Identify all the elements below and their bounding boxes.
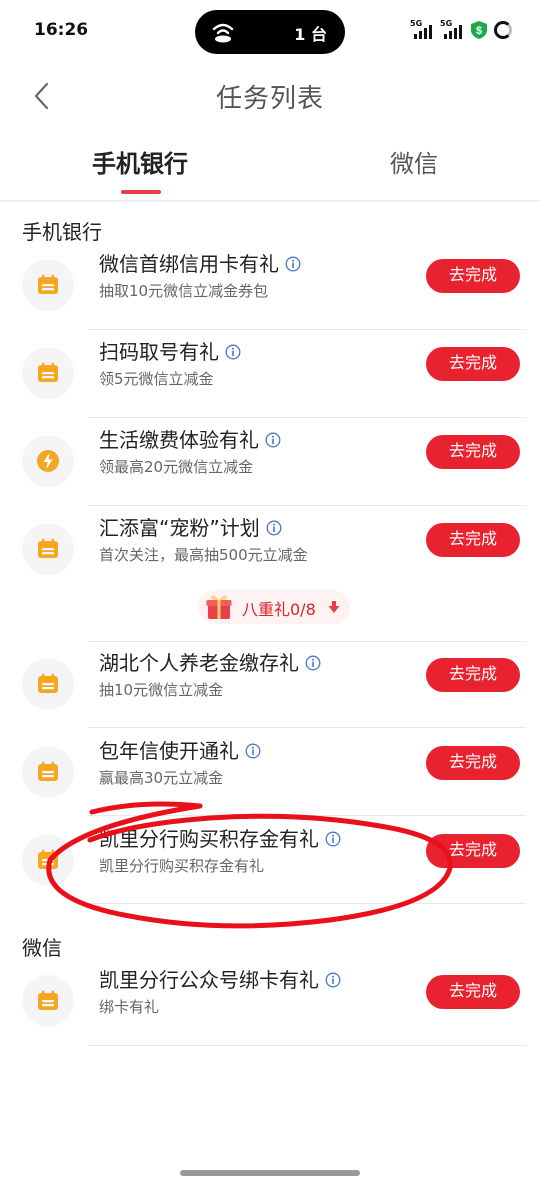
svg-text:$: $	[476, 25, 482, 37]
info-icon[interactable]	[225, 344, 241, 360]
task-subtitle: 领5元微信立减金	[99, 370, 214, 388]
complete-task-button[interactable]: 去完成	[426, 347, 520, 381]
info-icon[interactable]	[245, 743, 261, 759]
task-title: 包年信使开通礼	[99, 735, 261, 764]
signal-icon: 5G	[410, 19, 434, 39]
calendar-icon	[38, 990, 58, 1010]
section-title-bank: 手机银行	[22, 220, 102, 244]
task-row: 微信首绑信用卡有礼 抽取10元微信立减金券包 去完成	[0, 242, 540, 330]
shield-icon: $	[471, 21, 487, 39]
calendar-icon	[38, 538, 58, 558]
calendar-icon	[38, 761, 58, 781]
complete-task-button[interactable]: 去完成	[426, 975, 520, 1009]
task-icon-bg	[22, 435, 74, 487]
task-title: 微信首绑信用卡有礼	[99, 248, 301, 277]
home-indicator[interactable]	[180, 1170, 360, 1176]
loading-ring-icon	[494, 21, 512, 39]
complete-task-button[interactable]: 去完成	[426, 259, 520, 293]
task-subtitle: 绑卡有礼	[99, 998, 160, 1016]
header-divider	[0, 200, 540, 202]
task-icon-bg	[22, 259, 74, 311]
page-title: 任务列表	[215, 84, 324, 114]
tab-active-indicator	[121, 190, 161, 194]
task-subtitle: 领最高20元微信立减金	[99, 458, 254, 476]
complete-task-button[interactable]: 去完成	[426, 746, 520, 780]
info-icon[interactable]	[325, 831, 341, 847]
status-bar: 16:26 1 台 5G 5G $	[0, 0, 540, 64]
island-count: 1 台	[294, 25, 327, 44]
row-divider	[88, 815, 526, 816]
task-row: 汇添富“宠粉”计划 首次关注，最高抽500元立减金 去完成	[0, 506, 540, 594]
task-title: 生活缴费体验有礼	[99, 424, 281, 453]
task-row: 凯里分行购买积存金有礼 凯里分行购买积存金有礼 去完成	[0, 817, 540, 905]
dynamic-island[interactable]: 1 台	[195, 10, 345, 54]
task-title: 凯里分行购买积存金有礼	[99, 823, 341, 852]
task-row: 湖北个人养老金缴存礼 抽10元微信立减金 去完成	[0, 641, 540, 729]
task-subtitle: 抽取10元微信立减金券包	[99, 282, 269, 300]
task-icon-bg	[22, 746, 74, 798]
task-row: 包年信使开通礼 赢最高30元立减金 去完成	[0, 729, 540, 817]
signal-icon: 5G	[440, 19, 464, 39]
hotspot-icon	[212, 23, 234, 43]
task-row: 生活缴费体验有礼 领最高20元微信立减金 去完成	[0, 418, 540, 506]
calendar-icon	[38, 274, 58, 294]
calendar-icon	[38, 362, 58, 382]
task-icon-bg	[22, 523, 74, 575]
row-divider	[88, 727, 526, 728]
complete-task-button[interactable]: 去完成	[426, 834, 520, 868]
section-title-wechat: 微信	[22, 936, 62, 960]
tab-bar: 手机银行 微信	[0, 128, 540, 200]
lightning-icon	[37, 450, 59, 472]
complete-task-button[interactable]: 去完成	[426, 523, 520, 557]
info-icon[interactable]	[265, 432, 281, 448]
task-title: 湖北个人养老金缴存礼	[99, 647, 321, 676]
complete-task-button[interactable]: 去完成	[426, 658, 520, 692]
row-divider	[88, 903, 526, 904]
task-icon-bg	[22, 658, 74, 710]
task-icon-bg	[22, 975, 74, 1027]
dropdown-arrow-icon	[328, 601, 340, 613]
info-icon[interactable]	[325, 972, 341, 988]
task-subtitle: 抽10元微信立减金	[99, 681, 224, 699]
task-subtitle: 赢最高30元立减金	[99, 769, 224, 787]
tab-wechat[interactable]: 微信	[390, 144, 438, 179]
task-subtitle: 凯里分行购买积存金有礼	[99, 857, 265, 875]
header: 任务列表	[0, 64, 540, 128]
task-title: 汇添富“宠粉”计划	[99, 512, 282, 541]
calendar-icon	[38, 673, 58, 693]
task-row: 扫码取号有礼 领5元微信立减金 去完成	[0, 330, 540, 418]
info-icon[interactable]	[305, 655, 321, 671]
task-subtitle: 首次关注，最高抽500元立减金	[99, 546, 308, 564]
tab-mobile-banking[interactable]: 手机银行	[92, 144, 188, 179]
task-title: 扫码取号有礼	[99, 336, 241, 365]
info-icon[interactable]	[266, 520, 282, 536]
task-icon-bg	[22, 834, 74, 886]
info-icon[interactable]	[285, 256, 301, 272]
task-title: 凯里分行公众号绑卡有礼	[99, 964, 341, 993]
status-time: 16:26	[34, 20, 89, 40]
calendar-icon	[38, 849, 58, 869]
task-row: 凯里分行公众号绑卡有礼 绑卡有礼 去完成	[0, 958, 540, 1046]
gift-icon	[206, 595, 232, 619]
status-indicators: 5G 5G $	[410, 19, 512, 40]
eight-gift-label: 八重礼0/8	[242, 600, 316, 619]
eight-gift-progress[interactable]: 八重礼0/8	[198, 590, 350, 624]
task-icon-bg	[22, 347, 74, 399]
complete-task-button[interactable]: 去完成	[426, 435, 520, 469]
row-divider	[88, 1045, 526, 1046]
